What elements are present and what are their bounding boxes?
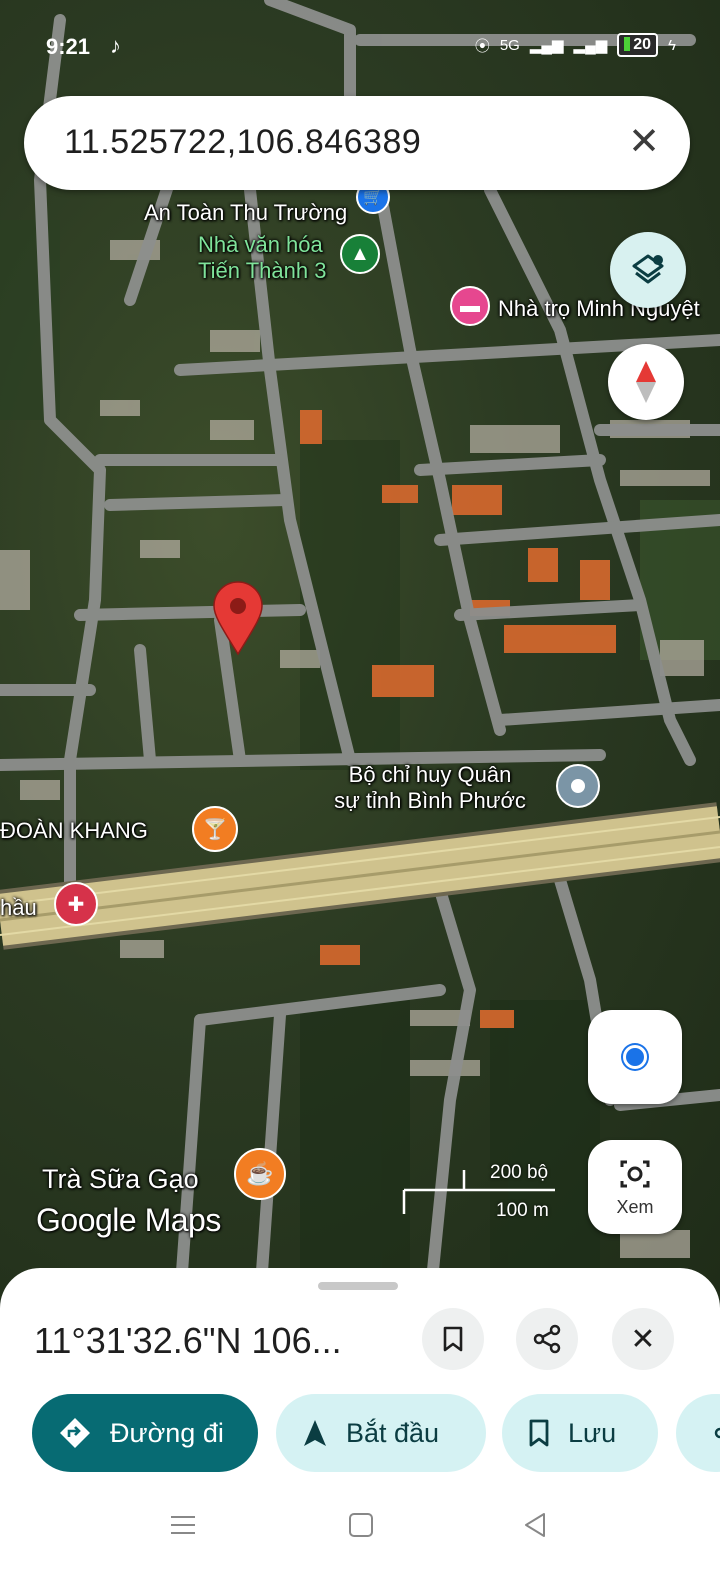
camera-view-icon: [620, 1160, 650, 1187]
share-button[interactable]: [516, 1308, 578, 1370]
sheet-drag-handle[interactable]: [318, 1282, 398, 1290]
save-button[interactable]: Lưu: [502, 1394, 658, 1472]
view-button-label: Xem: [616, 1196, 654, 1217]
pharmacy-icon[interactable]: ✚: [54, 882, 98, 926]
battery-indicator: 20: [617, 33, 659, 57]
directions-button[interactable]: Đường đi: [32, 1394, 258, 1472]
google-maps-logo: Google Maps: [36, 1202, 221, 1238]
view-button[interactable]: Xem: [588, 1140, 682, 1234]
close-icon: ✕: [630, 1322, 656, 1356]
tiktok-icon: ♪: [110, 33, 121, 58]
my-location-button[interactable]: [588, 1010, 682, 1104]
cocktail-icon[interactable]: 🍸: [192, 806, 238, 852]
bed-icon[interactable]: ▬: [450, 286, 490, 326]
status-bar: 9:21 ♪ ⦿ 5G ▂▄▆ ▂▄▆ 20 ϟ: [0, 0, 720, 94]
signal-icon-2: ▂▄▆: [573, 37, 608, 54]
navigation-arrow-icon: [302, 1418, 328, 1448]
charging-icon: ϟ: [668, 36, 676, 54]
scale-metric: 100 m: [496, 1200, 549, 1221]
system-nav-bar: [0, 1490, 720, 1582]
compass-icon: [636, 361, 656, 403]
poi-label-bar[interactable]: ĐOÀN KHANG: [0, 818, 148, 844]
start-label: Bắt đầu: [346, 1417, 440, 1448]
poi-label-pharmacy[interactable]: hầu: [0, 895, 37, 921]
bookmark-icon: [528, 1419, 550, 1447]
menu-icon[interactable]: [170, 1512, 196, 1543]
layers-icon: [632, 254, 664, 284]
poi-label-military-command[interactable]: Bộ chỉ huy Quân sự tỉnh Bình Phước: [300, 762, 560, 814]
map-view[interactable]: An Toàn Thu Trường 🛒 Nhà văn hóa Tiến Th…: [0, 0, 720, 1300]
coffee-cup-icon[interactable]: ☕: [234, 1148, 286, 1200]
poi-label-cultural-house[interactable]: Nhà văn hóa Tiến Thành 3: [198, 232, 358, 284]
back-icon[interactable]: [522, 1512, 548, 1543]
compass-button[interactable]: [608, 344, 684, 420]
search-query[interactable]: 11.525722,106.846389: [64, 123, 421, 162]
network-type: 5G: [499, 36, 520, 54]
save-label: Lưu: [568, 1417, 617, 1448]
scale-indicator: 200 bộ 100 m: [400, 1158, 560, 1228]
share-icon: [702, 1418, 720, 1448]
status-time: 9:21: [46, 34, 91, 59]
poi-label-cafe[interactable]: Trà Sữa Gạo: [42, 1166, 199, 1193]
close-sheet-button[interactable]: ✕: [612, 1308, 674, 1370]
start-navigation-button[interactable]: Bắt đầu: [276, 1394, 486, 1472]
poi-label-shop[interactable]: An Toàn Thu Trường: [144, 200, 347, 226]
directions-icon: [58, 1416, 92, 1450]
directions-label: Đường đi: [110, 1417, 224, 1448]
my-location-icon: [623, 1045, 647, 1069]
tree-icon[interactable]: ▲: [340, 234, 380, 274]
signal-icon: ▂▄▆: [529, 37, 564, 54]
government-icon[interactable]: [556, 764, 600, 808]
search-bar[interactable]: 11.525722,106.846389 ✕: [24, 96, 690, 190]
save-place-button[interactable]: [422, 1308, 484, 1370]
more-actions-chip[interactable]: [676, 1394, 720, 1472]
scale-imperial: 200 bộ: [490, 1162, 549, 1183]
location-status-icon: ⦿: [474, 37, 490, 55]
bookmark-icon: [443, 1326, 463, 1352]
clear-search-icon[interactable]: ✕: [628, 122, 660, 162]
place-coordinates: 11°31'32.6"N 106...: [34, 1320, 342, 1361]
home-icon[interactable]: [348, 1512, 374, 1543]
layers-button[interactable]: [610, 232, 686, 308]
share-icon: [533, 1324, 561, 1354]
